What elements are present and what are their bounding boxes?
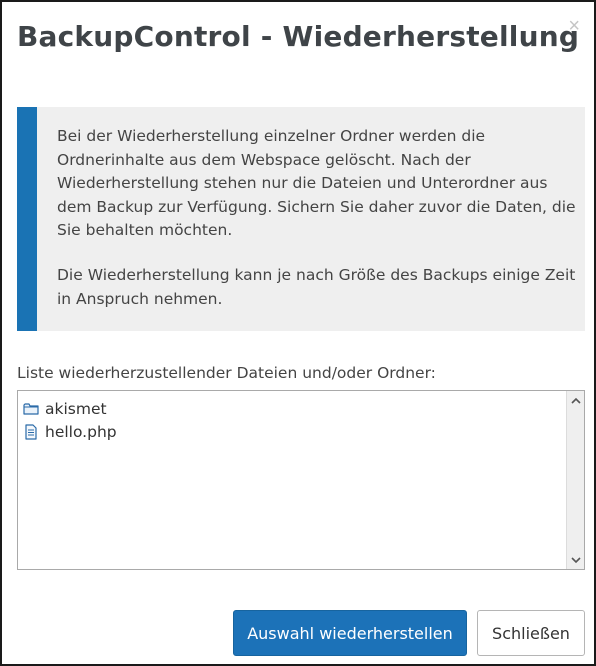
- info-paragraph-duration: Die Wiederherstellung kann je nach Größe…: [57, 266, 576, 308]
- folder-icon: [23, 401, 39, 417]
- restore-list-label: Liste wiederherzustellender Dateien und/…: [17, 364, 436, 382]
- restore-dialog: BackupControl - Wiederherstellung × Bei …: [0, 0, 596, 666]
- close-button[interactable]: Schließen: [477, 610, 585, 656]
- list-item-label: akismet: [45, 400, 107, 418]
- file-icon: [23, 424, 39, 440]
- scroll-up-icon[interactable]: [567, 392, 584, 409]
- scroll-down-icon[interactable]: [567, 551, 584, 568]
- restore-selection-button[interactable]: Auswahl wiederherstellen: [233, 610, 467, 656]
- list-item-label: hello.php: [45, 423, 117, 441]
- dialog-title: BackupControl - Wiederherstellung: [17, 20, 580, 53]
- listbox-scrollbar[interactable]: [566, 391, 584, 569]
- close-icon[interactable]: ×: [568, 16, 580, 36]
- restore-listbox[interactable]: akismet hello.php: [17, 390, 585, 570]
- info-paragraph-warning: Bei der Wiederherstellung einzelner Ordn…: [57, 127, 576, 239]
- info-box: Bei der Wiederherstellung einzelner Ordn…: [17, 107, 585, 331]
- list-item-file[interactable]: hello.php: [23, 421, 117, 443]
- list-item-folder[interactable]: akismet: [23, 398, 107, 420]
